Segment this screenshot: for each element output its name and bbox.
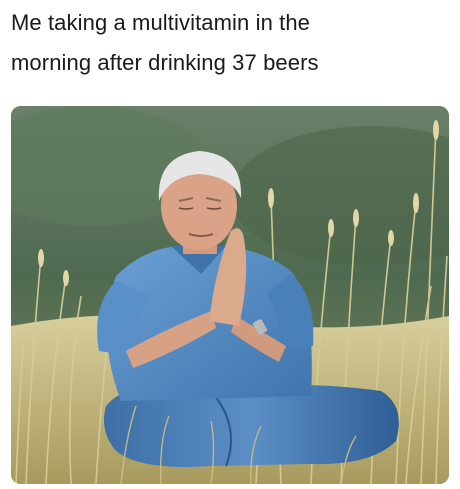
caption-line-2: morning after drinking 37 beers <box>11 50 319 75</box>
caption-line-1: Me taking a multivitamin in the <box>11 10 311 35</box>
photo-illustration <box>11 106 449 484</box>
meme-photo <box>11 106 449 484</box>
meme-caption: Me taking a multivitamin in the morning … <box>11 3 451 83</box>
